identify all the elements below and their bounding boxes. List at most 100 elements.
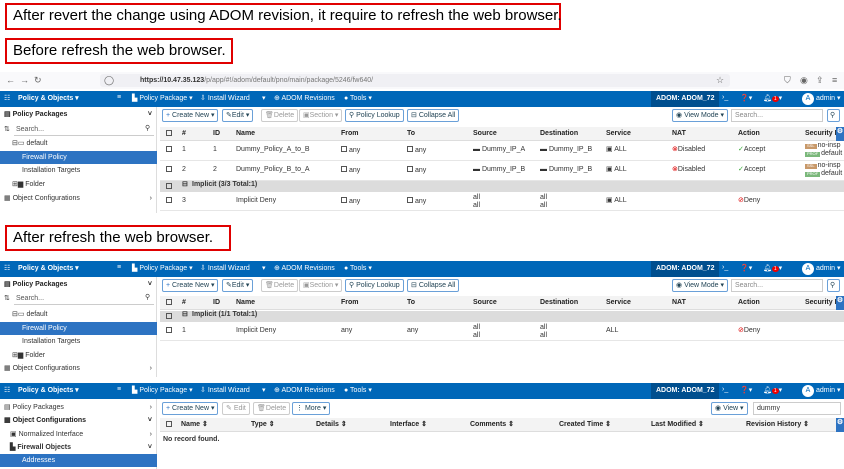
avatar[interactable]: A [802, 93, 814, 105]
app-menu[interactable]: Policy & Objects ▾ [18, 94, 79, 102]
adom-selector[interactable]: ADOM: ADOM_72 [651, 91, 720, 107]
column-header[interactable]: Security P [805, 130, 839, 138]
edit-button[interactable]: ✎Edit ▾ [222, 109, 254, 122]
table-row[interactable]: 3 Implicit Deny any any all all all all ▣ ALL ⊘… [160, 192, 844, 211]
section-button[interactable]: ▣Section ▾ [299, 279, 343, 292]
column-header[interactable]: Name ⇕ [181, 421, 208, 429]
collapse-all-button[interactable]: ⊟ Collapse All [407, 109, 460, 122]
edit-button[interactable]: ✎ Edit [222, 402, 250, 415]
column-header[interactable]: Action [738, 299, 760, 307]
delete-button[interactable]: 🗑︎Delete [261, 279, 299, 292]
apps-icon[interactable]: ☷ [4, 386, 10, 394]
back-icon[interactable]: ← [6, 75, 15, 85]
policy-lookup-button[interactable]: ⚲ Policy Lookup [345, 109, 404, 122]
column-header[interactable]: Service [606, 299, 631, 307]
view-mode-button[interactable]: ◉ View Mode ▾ [672, 279, 729, 292]
column-header[interactable]: Last Modified ⇕ [651, 421, 704, 429]
forward-icon[interactable]: → [20, 75, 29, 85]
avatar[interactable]: A [802, 385, 814, 397]
policy-package-menu[interactable]: ▙ Policy Package ▾ [132, 264, 193, 272]
menu-toggle-icon[interactable]: ≡ [117, 386, 121, 393]
sidebar-policy-packages[interactable]: ▤ Policy Packages ˅ [0, 108, 157, 121]
object-search-input[interactable]: dummy [753, 402, 841, 415]
cli-icon[interactable]: ›_ [722, 94, 728, 101]
app-menu[interactable]: Policy & Objects ▾ [18, 386, 79, 394]
column-settings-gear-icon[interactable]: ⚙ [836, 127, 844, 141]
column-header[interactable]: # [182, 130, 186, 138]
sidebar-object-configurations[interactable]: ▦ Object Configurations › [0, 362, 157, 375]
column-header[interactable]: Revision History ⇕ [746, 421, 809, 429]
caret-icon[interactable]: ▾ [262, 264, 266, 272]
column-header[interactable]: Name [236, 299, 255, 307]
adom-revisions-menu[interactable]: ⊕ ADOM Revisions [274, 264, 335, 272]
tree-default[interactable]: ⊟▭ default [0, 137, 157, 150]
column-header[interactable]: Type ⇕ [251, 421, 275, 429]
sort-icon[interactable]: ⇅ [4, 295, 10, 303]
sidebar-policy-packages[interactable]: ▤ Policy Packages ˅ [0, 278, 157, 291]
help-icon[interactable]: ❓▾ [740, 264, 752, 272]
address-bar[interactable]: https://10.47.35.123/p/app/#!/adom/defau… [100, 74, 730, 87]
column-header[interactable]: # [182, 299, 186, 307]
row-checkbox[interactable] [166, 327, 172, 333]
bell-icon[interactable]: 🔔︎ 1 ▾ [763, 94, 782, 102]
account-icon[interactable]: ◉ [800, 75, 808, 86]
tools-menu[interactable]: ● Tools ▾ [344, 94, 372, 102]
column-header[interactable]: NAT [672, 130, 686, 138]
column-header[interactable]: Service [606, 130, 631, 138]
policy-search-input[interactable]: Search... [731, 279, 823, 292]
tree-folder[interactable]: ⊞▆ Folder [0, 349, 157, 362]
policy-lookup-button[interactable]: ⚲ Policy Lookup [345, 279, 404, 292]
column-header[interactable]: NAT [672, 299, 686, 307]
column-header[interactable]: From [341, 299, 359, 307]
user-menu[interactable]: admin ▾ [816, 264, 841, 272]
policy-package-menu[interactable]: ▙ Policy Package ▾ [132, 94, 193, 102]
create-new-button[interactable]: + Create New ▾ [162, 402, 219, 415]
caret-icon[interactable]: ▾ [262, 386, 266, 394]
app-menu[interactable]: Policy & Objects ▾ [18, 264, 79, 272]
user-menu[interactable]: admin ▾ [816, 94, 841, 102]
delete-button[interactable]: 🗑︎Delete [261, 109, 299, 122]
sidebar-search-input[interactable]: Search... [14, 293, 154, 305]
column-settings-gear-icon[interactable]: ⚙ [836, 296, 844, 310]
column-header[interactable]: ID [213, 130, 220, 138]
search-button[interactable]: ⚲ [827, 109, 840, 122]
menu-toggle-icon[interactable]: ≡ [117, 94, 121, 101]
sidebar-item-normalized-interface[interactable]: ▣ Normalized Interface › [0, 428, 157, 441]
menu-toggle-icon[interactable]: ≡ [117, 264, 121, 271]
sidebar-item-installation-targets[interactable]: Installation Targets [0, 335, 157, 348]
install-wizard-menu[interactable]: ⇩ Install Wizard [200, 264, 250, 272]
menu-icon[interactable]: ≡ [832, 75, 837, 85]
column-header[interactable]: To [407, 299, 415, 307]
create-new-button[interactable]: + Create New ▾ [162, 109, 219, 122]
column-header[interactable]: To [407, 130, 415, 138]
section-group-row[interactable]: ⊟ Implicit (1/1 Total:1) [160, 311, 844, 322]
policy-search-input[interactable]: Search... [731, 109, 823, 122]
adom-selector[interactable]: ADOM: ADOM_72 [651, 383, 720, 399]
create-new-button[interactable]: + Create New ▾ [162, 279, 219, 292]
adom-selector[interactable]: ADOM: ADOM_72 [651, 261, 720, 277]
delete-button[interactable]: 🗑︎Delete [253, 402, 291, 415]
table-row[interactable]: 1 Implicit Deny any any all all all all ALL ⊘Deny [160, 322, 844, 341]
sidebar-policy-packages[interactable]: ▤ Policy Packages › [0, 401, 157, 414]
more-button[interactable]: ⋮ More ▾ [292, 402, 331, 415]
policy-package-menu[interactable]: ▙ Policy Package ▾ [132, 386, 193, 394]
bell-icon[interactable]: 🔔︎ 1 ▾ [763, 264, 782, 272]
column-header[interactable]: Details ⇕ [316, 421, 347, 429]
view-mode-button[interactable]: ◉ View Mode ▾ [672, 109, 729, 122]
install-wizard-menu[interactable]: ⇩ Install Wizard [200, 94, 250, 102]
reload-icon[interactable]: ↻ [34, 75, 42, 86]
avatar[interactable]: A [802, 263, 814, 275]
column-header[interactable]: Action [738, 130, 760, 138]
star-icon[interactable]: ☆ [716, 75, 724, 86]
tree-folder[interactable]: ⊞▆ Folder [0, 178, 157, 191]
bell-icon[interactable]: 🔔︎ 1 ▾ [763, 386, 782, 394]
apps-icon[interactable]: ☷ [4, 264, 10, 272]
view-button[interactable]: ◉ View ▾ [711, 402, 748, 415]
sidebar-item-firewall-policy[interactable]: Firewall Policy [0, 322, 157, 335]
row-checkbox[interactable] [166, 146, 172, 152]
section-button[interactable]: ▣Section ▾ [299, 109, 343, 122]
sidebar-object-configurations[interactable]: ▦ Object Configurations ˅ [0, 414, 157, 427]
tools-menu[interactable]: ● Tools ▾ [344, 264, 372, 272]
help-icon[interactable]: ❓▾ [740, 386, 752, 394]
table-row[interactable]: 2 2 Dummy_Policy_B_to_A any any ▬ Dummy_IP_… [160, 161, 844, 181]
